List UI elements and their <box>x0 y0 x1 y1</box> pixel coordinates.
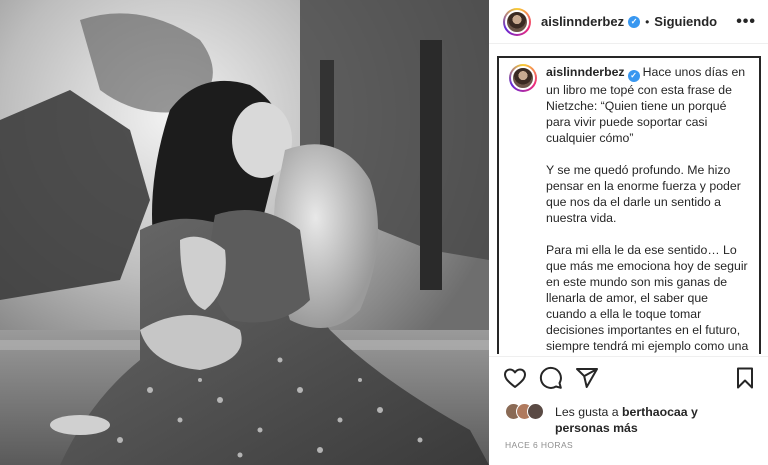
caption-paragraph: Y se me quedó profundo. Me hizo pensar e… <box>546 163 745 225</box>
verified-badge-icon: ✓ <box>627 70 640 82</box>
more-options-icon[interactable]: ••• <box>736 13 756 31</box>
following-button[interactable]: Siguiendo <box>654 14 717 29</box>
separator-dot: • <box>645 14 650 29</box>
caption-text: aislinnderbez ✓ Hace unos días en un libro… <box>546 64 749 354</box>
liker-username[interactable]: berthaocaa <box>622 405 688 419</box>
post-photo[interactable] <box>0 0 489 465</box>
avatar <box>527 403 544 420</box>
heart-icon[interactable] <box>503 366 527 390</box>
bookmark-icon[interactable] <box>733 366 757 390</box>
post-timestamp[interactable]: HACE 6 HORAS <box>505 440 573 450</box>
likes-prefix: Les gusta a <box>555 405 622 419</box>
comment-icon[interactable] <box>539 366 563 390</box>
avatar[interactable] <box>503 7 531 36</box>
likes-text: Les gusta a berthaocaa y personas más <box>555 404 755 436</box>
caption-username[interactable]: aislinnderbez <box>546 65 625 79</box>
action-bar <box>503 366 759 392</box>
divider <box>489 356 768 357</box>
verified-badge-icon: ✓ <box>628 15 641 28</box>
likes-summary: Les gusta a berthaocaa y personas más <box>505 402 760 436</box>
avatar-photo <box>505 9 529 34</box>
caption-avatar[interactable] <box>509 64 537 92</box>
caption-paragraph: Para mi ella le da ese sentido… Lo que m… <box>546 243 749 353</box>
caption-container[interactable]: aislinnderbez ✓ Hace unos días en un libro… <box>497 56 761 354</box>
author-username[interactable]: aislinnderbez <box>541 14 624 29</box>
share-icon[interactable] <box>575 366 599 390</box>
avatar-photo <box>511 66 535 90</box>
caption-paragraph: aislinnderbez ✓ Hace unos días en un libro… <box>546 64 749 146</box>
post-side-panel: aislinnderbez ✓ • Siguiendo ••• aislinnd… <box>489 0 768 465</box>
post-header: aislinnderbez ✓ • Siguiendo ••• <box>489 0 768 44</box>
liker-avatars[interactable] <box>505 403 551 421</box>
